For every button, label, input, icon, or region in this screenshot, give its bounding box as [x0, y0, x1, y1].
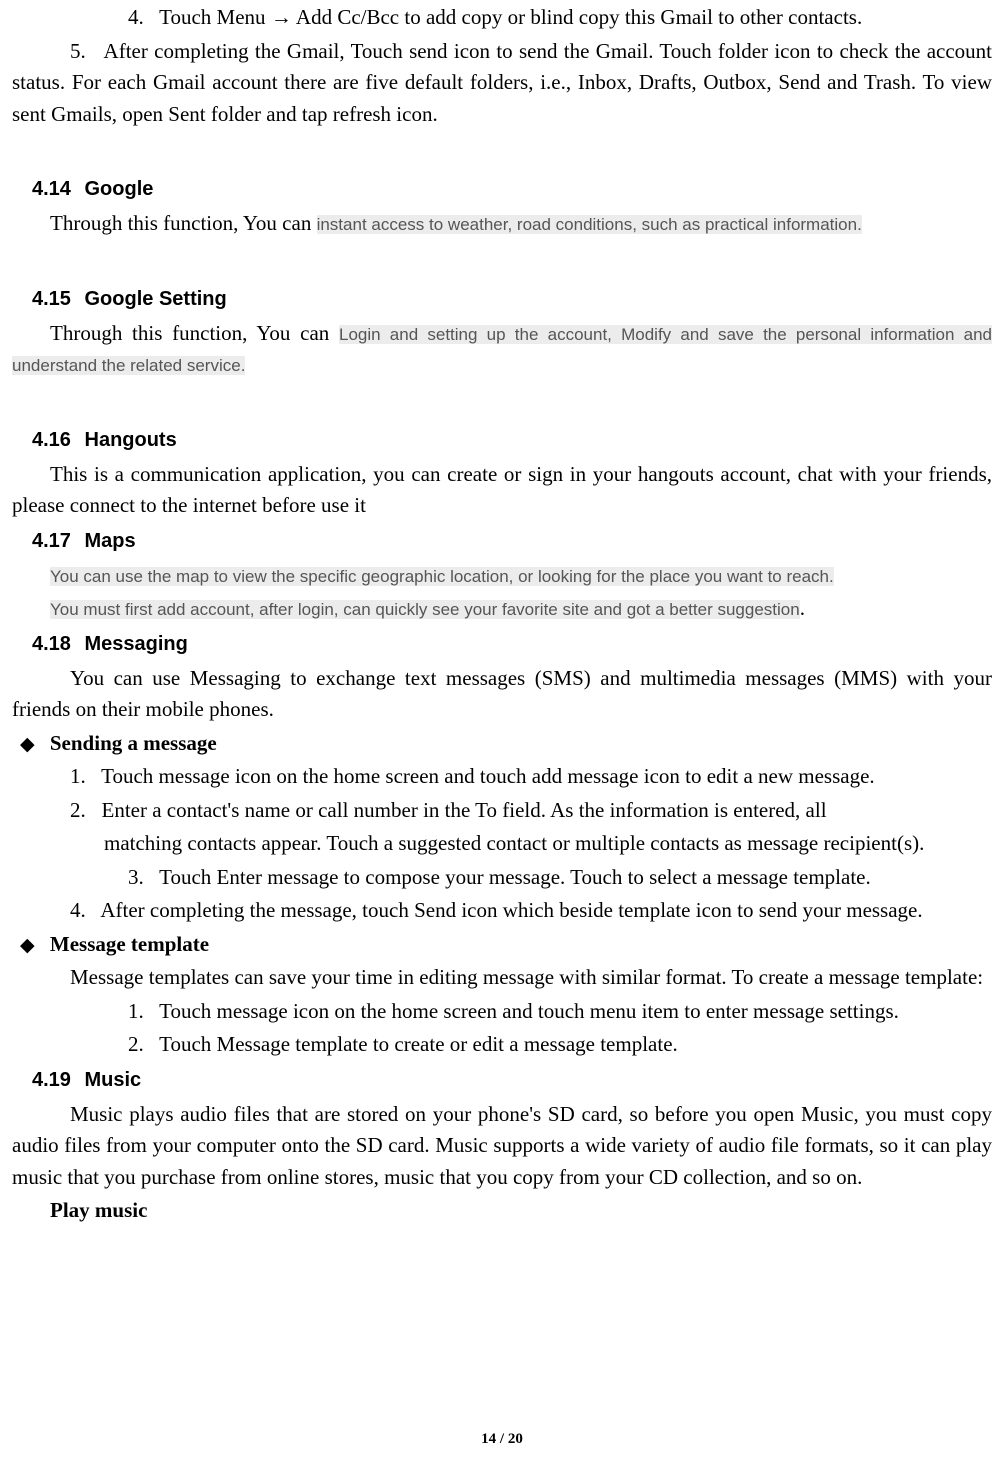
list-text: After completing the Gmail, Touch send i… [12, 39, 992, 126]
list-text: After completing the message, touch Send… [100, 898, 922, 922]
bullet-title: Sending a message [50, 731, 217, 755]
bullet-heading: ◆ Sending a message [12, 728, 992, 760]
section-heading-google: 4.14 Google [32, 174, 992, 204]
diamond-icon: ◆ [20, 731, 35, 760]
page-footer: 14 / 20 [0, 1428, 1004, 1451]
section-title: Messaging [85, 633, 188, 655]
list-item: 4. Touch Menu → Add Cc/Bcc to add copy o… [12, 2, 992, 34]
section-title: Google [85, 178, 154, 200]
list-text: Touch Menu → Add Cc/Bcc to add copy or b… [159, 5, 862, 29]
section-title: Music [85, 1069, 142, 1091]
list-number: 2. [70, 1029, 144, 1061]
section-number: 4.15 [32, 288, 71, 310]
text-fragment: . [800, 596, 805, 620]
section-heading-hangouts: 4.16 Hangouts [32, 425, 992, 455]
paragraph: You can use the map to view the specific… [50, 560, 992, 592]
list-text: Touch message icon on the home screen an… [159, 999, 899, 1023]
section-heading-music: 4.19 Music [32, 1065, 992, 1095]
list-text: Enter a contact's name or call number in… [102, 798, 827, 822]
section-number: 4.19 [32, 1069, 71, 1091]
section-title: Maps [85, 530, 136, 552]
paragraph: Through this function, You can Login and… [12, 318, 992, 381]
section-number: 4.17 [32, 530, 71, 552]
paragraph: You can use Messaging to exchange text m… [12, 663, 992, 726]
section-title: Google Setting [85, 288, 227, 310]
paragraph: Message templates can save your time in … [12, 962, 992, 994]
list-item: 1. Touch message icon on the home screen… [12, 996, 992, 1028]
list-item: 2. Enter a contact's name or call number… [70, 795, 992, 827]
bullet-heading: ◆ Message template [12, 929, 992, 961]
text-lead: Through this function, You can [50, 321, 339, 345]
list-text: Touch Message template to create or edit… [159, 1032, 678, 1056]
highlighted-text: You can use the map to view the specific… [50, 567, 834, 586]
list-item: 2. Touch Message template to create or e… [12, 1029, 992, 1061]
paragraph: You must first add account, after login,… [50, 593, 992, 625]
sub-heading: Play music [50, 1195, 992, 1227]
list-item: 3. Touch Enter message to compose your m… [12, 862, 992, 894]
list-continuation: matching contacts appear. Touch a sugges… [12, 828, 992, 860]
section-number: 4.18 [32, 633, 71, 655]
bullet-title: Message template [50, 932, 209, 956]
list-item: 5. After completing the Gmail, Touch sen… [12, 36, 992, 131]
paragraph: This is a communication application, you… [12, 459, 992, 522]
list-number: 5. [70, 36, 86, 68]
list-number: 4. [70, 2, 144, 34]
section-heading-messaging: 4.18 Messaging [32, 629, 992, 659]
arrow-icon: → [271, 6, 292, 29]
text-fragment: Add Cc/Bcc to add copy or blind copy thi… [292, 5, 862, 29]
list-number: 1. [70, 996, 144, 1028]
paragraph: Music plays audio files that are stored … [12, 1099, 992, 1194]
document-page: 4. Touch Menu → Add Cc/Bcc to add copy o… [0, 2, 1004, 1468]
highlighted-text: instant access to weather, road conditio… [317, 215, 862, 234]
list-text: Touch message icon on the home screen an… [101, 764, 875, 788]
list-number: 2. [70, 795, 86, 827]
list-number: 4. [70, 895, 86, 927]
list-number: 1. [70, 761, 86, 793]
section-heading-maps: 4.17 Maps [32, 526, 992, 556]
highlighted-text: You must first add account, after login,… [50, 600, 800, 619]
list-number: 3. [70, 862, 144, 894]
paragraph: Through this function, You can instant a… [12, 208, 992, 240]
list-item: 1. Touch message icon on the home screen… [12, 761, 992, 793]
section-number: 4.16 [32, 429, 71, 451]
list-text: Touch Enter message to compose your mess… [159, 865, 871, 889]
section-heading-google-setting: 4.15 Google Setting [32, 284, 992, 314]
section-number: 4.14 [32, 178, 71, 200]
diamond-icon: ◆ [20, 932, 35, 961]
text-fragment: Touch Menu [159, 5, 271, 29]
section-title: Hangouts [85, 429, 177, 451]
list-item: 4. After completing the message, touch S… [12, 895, 992, 927]
text-lead: Through this function, You can [50, 211, 317, 235]
